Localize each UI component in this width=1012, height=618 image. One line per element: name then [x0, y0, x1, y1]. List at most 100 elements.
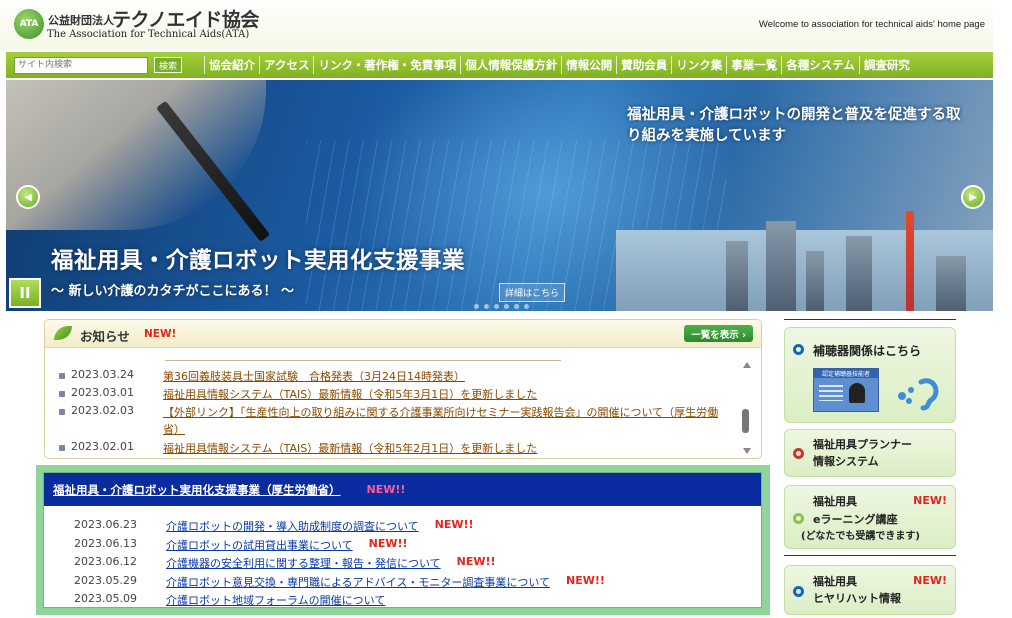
hiyari-line2: ヒヤリハット情報 — [813, 592, 901, 605]
elearning-line2: eラーニング講座 — [813, 513, 898, 526]
project-link[interactable]: 介護機器の安全利用に関する整理・報告・発信について — [166, 555, 441, 571]
news-date: 2023.03.24 — [71, 368, 134, 381]
project-link[interactable]: 介護ロボット地域フォーラムの開催について — [166, 592, 385, 607]
project-link[interactable]: 介護ロボット意見交換・専門職によるアドバイス・モニター調査事業について — [166, 574, 550, 590]
hero-subtitle: ～ 新しい介護のカタチがここにある！ ～ — [51, 284, 295, 299]
page: ATA 公益財団法人 テクノエイド協会 The Association for … — [0, 0, 1012, 618]
building-image — [806, 251, 824, 311]
news-item: 2023.03.01 福祉用具情報システム（TAIS）最新情報（令和5年3月1日… — [59, 386, 537, 403]
elearning-new-badge: NEW! — [913, 494, 947, 507]
hiyari-hatto-banner[interactable]: 福祉用具 NEW! ヒヤリハット情報 — [784, 565, 956, 615]
project-title-link[interactable]: 福祉用具・介護ロボット実用化支援事業（厚生労働省） — [53, 482, 341, 498]
logo-org-name[interactable]: テクノエイド協会 — [112, 5, 259, 32]
slider-dot[interactable] — [484, 304, 489, 309]
scroll-up-icon[interactable] — [743, 362, 751, 368]
bullet-icon — [59, 409, 65, 415]
building-image — [936, 256, 966, 311]
news-date: 2023.02.01 — [71, 440, 134, 453]
slider-dot[interactable] — [504, 304, 509, 309]
ring-icon — [793, 448, 804, 459]
hearing-aid-banner[interactable]: 補聴器関係はこちら 認定補聴器技能者 — [784, 327, 956, 423]
project-item: 2023.06.13 介護ロボットの試用貸出事業について NEW!! — [74, 537, 408, 553]
hearing-aid-title: 補聴器関係はこちら — [813, 344, 922, 358]
site-search-input[interactable] — [14, 56, 148, 74]
project-date: 2023.06.12 — [74, 555, 137, 568]
hearing-certificate-image: 認定補聴器技能者 — [813, 368, 879, 412]
news-link[interactable]: 【外部リンク】「生産性向上の取り組みに関する介護事業所向けセミナー実践報告会」の… — [163, 404, 728, 438]
hero-tagline: 福祉用具・介護ロボットの開発と普及を促進する取り組みを実施しています — [627, 107, 961, 144]
certificate-text-lines — [819, 385, 843, 401]
hero-slider[interactable]: 福祉用具・介護ロボットの開発と普及を促進する取り組みを実施しています 福祉用具・… — [6, 80, 993, 311]
elearning-line3: (どなたでも受講できます) — [801, 531, 920, 542]
project-header: 福祉用具・介護ロボット実用化支援事業（厚生労働省） NEW!! — [44, 473, 761, 506]
site-header: ATA 公益財団法人 テクノエイド協会 The Association for … — [0, 0, 993, 50]
bullet-icon — [59, 391, 65, 397]
news-view-all-button[interactable]: 一覧を表示 › — [684, 325, 753, 342]
slider-dot[interactable] — [524, 304, 529, 309]
project-link[interactable]: 介護ロボットの開発・導入助成制度の調査について — [166, 518, 419, 534]
slider-next-arrow-icon[interactable]: ▶ — [961, 185, 985, 209]
slider-dot[interactable] — [494, 304, 499, 309]
news-header: お知らせ NEW! 一覧を表示 › — [45, 320, 761, 348]
main-nav: 検索 協会紹介 アクセス リンク・著作権・免責事項 個人情報保護方針 情報公開 … — [6, 52, 993, 78]
hiyari-line1: 福祉用具 — [813, 575, 857, 588]
scroll-thumb[interactable] — [742, 409, 749, 433]
news-date: 2023.02.03 — [71, 404, 134, 417]
news-title: お知らせ — [80, 329, 130, 344]
project-link[interactable]: 介護ロボットの試用貸出事業について — [166, 537, 353, 553]
hero-detail-button[interactable]: 詳細はこちら — [499, 283, 566, 302]
planner-system-banner[interactable]: 福祉用具プランナー 情報システム — [784, 429, 956, 477]
logo-org-type: 公益財団法人 — [48, 14, 114, 27]
slider-prev-arrow-icon[interactable]: ◀ — [16, 185, 40, 209]
nav-item-access[interactable]: アクセス — [259, 56, 313, 74]
news-divider — [165, 360, 561, 361]
nav-item-links-copyright[interactable]: リンク・著作権・免責事項 — [313, 56, 460, 74]
slider-dots — [474, 304, 529, 309]
welcome-text: Welcome to association for technical aid… — [758, 19, 985, 30]
slider-pause-button[interactable]: II — [9, 278, 41, 308]
nav-item-about[interactable]: 協会紹介 — [204, 56, 259, 74]
news-link[interactable]: 第36回義肢装具士国家試験 合格発表（3月24日14時発表） — [163, 368, 465, 385]
hero-title: 福祉用具・介護ロボット実用化支援事業 — [51, 248, 466, 274]
news-panel: お知らせ NEW! 一覧を表示 › 2023.03.24 第36回義肢装具士国家… — [44, 319, 762, 459]
ring-icon — [793, 586, 804, 597]
project-date: 2023.06.23 — [74, 518, 137, 531]
hiyari-new-badge: NEW! — [913, 574, 947, 587]
project-date: 2023.05.09 — [74, 592, 137, 605]
nav-items: 協会紹介 アクセス リンク・著作権・免責事項 個人情報保護方針 情報公開 賛助会… — [204, 56, 914, 74]
nav-item-privacy[interactable]: 個人情報保護方針 — [460, 56, 561, 74]
nav-item-research[interactable]: 調査研究 — [858, 56, 914, 74]
project-item: 2023.06.23 介護ロボットの開発・導入助成制度の調査について NEW!! — [74, 518, 474, 534]
ata-logo-icon[interactable]: ATA — [14, 9, 44, 39]
news-item: 2023.02.03 【外部リンク】「生産性向上の取り組みに関する介護事業所向け… — [59, 404, 735, 438]
project-panel: 福祉用具・介護ロボット実用化支援事業（厚生労働省） NEW!! 2023.06.… — [36, 465, 770, 615]
nav-item-projects[interactable]: 事業一覧 — [726, 56, 781, 74]
ring-icon — [793, 513, 804, 524]
nav-item-disclosure[interactable]: 情報公開 — [561, 56, 616, 74]
logo-english-name: The Association for Technical Aids(ATA) — [47, 29, 250, 40]
search-button[interactable]: 検索 — [154, 57, 183, 73]
planner-line1: 福祉用具プランナー — [813, 438, 912, 451]
building-image — [766, 221, 796, 311]
project-date: 2023.06.13 — [74, 537, 137, 550]
tokyo-tower-image — [906, 211, 914, 311]
news-link[interactable]: 福祉用具情報システム（TAIS）最新情報（令和5年2月1日）を更新しました — [163, 440, 537, 457]
divider — [784, 319, 956, 320]
news-scrollbar[interactable] — [741, 358, 753, 454]
nav-item-members[interactable]: 賛助会員 — [616, 56, 671, 74]
elearning-banner[interactable]: 福祉用具 NEW! eラーニング講座 (どなたでも受講できます) — [784, 485, 956, 549]
ring-icon — [793, 344, 804, 355]
project-panel-inner: 福祉用具・介護ロボット実用化支援事業（厚生労働省） NEW!! 2023.06.… — [43, 472, 762, 608]
news-link[interactable]: 福祉用具情報システム（TAIS）最新情報（令和5年3月1日）を更新しました — [163, 386, 537, 403]
news-item: 2023.03.24 第36回義肢装具士国家試験 合格発表（3月24日14時発表… — [59, 368, 465, 385]
scroll-down-icon[interactable] — [743, 448, 751, 454]
project-date: 2023.05.29 — [74, 574, 137, 587]
slider-dot[interactable] — [474, 304, 479, 309]
slider-dot[interactable] — [514, 304, 519, 309]
bullet-icon — [59, 373, 65, 379]
nav-item-systems[interactable]: 各種システム — [781, 56, 859, 74]
nav-item-link-collection[interactable]: リンク集 — [671, 56, 726, 74]
project-item-new-badge: NEW!! — [456, 555, 496, 568]
project-item-new-badge: NEW!! — [368, 537, 408, 550]
building-image — [726, 241, 748, 311]
